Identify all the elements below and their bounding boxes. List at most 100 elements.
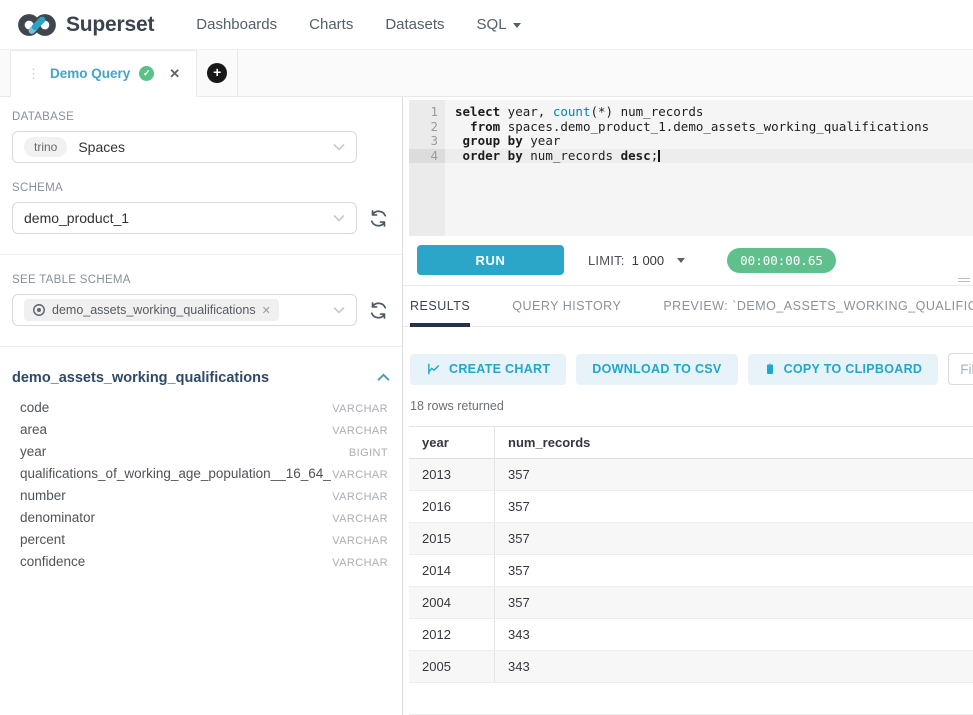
check-circle-icon: ✓	[139, 66, 154, 81]
table-row: 2005343	[409, 651, 973, 683]
copy-to-clipboard-button[interactable]: COPY TO CLIPBOARD	[748, 354, 939, 385]
database-label: DATABASE	[12, 111, 390, 123]
close-icon[interactable]: ✕	[169, 66, 180, 82]
editor-toolbar: RUN LIMIT: 1 000 00:00:00.65	[403, 236, 973, 287]
results-tab-preview[interactable]: PREVIEW: `DEMO_ASSETS_WORKING_QUALIFICAT…	[663, 286, 973, 326]
table-row: 2004357	[409, 587, 973, 619]
line-number: 4	[409, 149, 445, 164]
nav-item-charts[interactable]: Charts	[293, 16, 369, 33]
selected-table-name: demo_assets_working_qualifications	[52, 303, 256, 317]
chevron-down-icon	[333, 143, 345, 151]
database-select[interactable]: trino Spaces	[12, 131, 357, 163]
sql-token: year,	[500, 104, 553, 119]
tab-demo-query[interactable]: ⋮ Demo Query ✓ ✕	[10, 50, 197, 97]
limit-label: LIMIT:	[588, 253, 625, 268]
rows-returned-text: 18 rows returned	[410, 399, 973, 413]
main-nav: DashboardsChartsDatasetsSQL	[180, 16, 536, 33]
run-button[interactable]: RUN	[417, 245, 564, 275]
nav-item-dashboards[interactable]: Dashboards	[180, 16, 293, 33]
column-header-year[interactable]: year	[409, 427, 495, 458]
code-line: order by num_records desc;	[445, 149, 973, 164]
refresh-schema-icon[interactable]	[369, 209, 388, 228]
code-line: select year, count(*) num_records	[445, 105, 973, 120]
column-name: code	[20, 400, 49, 415]
editor-code-area[interactable]: select year, count(*) num_records from s…	[445, 100, 973, 236]
column-type: VARCHAR	[332, 403, 388, 415]
action-button-label: COPY TO CLIPBOARD	[784, 362, 923, 376]
results-tab-query-history[interactable]: QUERY HISTORY	[512, 286, 621, 326]
chevron-down-icon	[333, 214, 345, 222]
line-number: 3	[409, 134, 445, 149]
results-table: yearnum_records2013357201635720153572014…	[409, 426, 973, 715]
line-number: 1	[409, 105, 445, 120]
superset-logo[interactable]: Superset	[16, 11, 154, 39]
editor-gutter: 1234	[409, 100, 445, 236]
plus-icon[interactable]: +	[207, 63, 227, 83]
editor-resize-handle[interactable]	[958, 276, 970, 284]
sql-token: ;	[651, 148, 659, 163]
chevron-up-icon[interactable]	[377, 369, 390, 387]
nav-item-sql[interactable]: SQL	[461, 16, 537, 33]
table-row	[409, 683, 973, 715]
column-type: BIGINT	[349, 447, 388, 459]
top-navbar: Superset DashboardsChartsDatasetsSQL	[0, 0, 973, 50]
elapsed-time-badge: 00:00:00.65	[727, 248, 836, 273]
sql-token: group by	[463, 133, 523, 148]
chevron-down-icon	[333, 306, 345, 314]
code-line: group by year	[445, 134, 973, 149]
add-tab-zone: +	[197, 50, 238, 96]
tab-label: Demo Query	[50, 66, 130, 81]
column-row: code VARCHAR	[12, 396, 390, 418]
sql-token: year	[523, 133, 561, 148]
sql-token: (*) num_records	[590, 104, 703, 119]
table-cell: 357	[495, 467, 530, 482]
sql-token: desc	[621, 148, 651, 163]
table-header-row: yearnum_records	[409, 427, 973, 459]
table-cell: 357	[495, 499, 530, 514]
column-header-num_records[interactable]: num_records	[495, 435, 590, 450]
nav-item-datasets[interactable]: Datasets	[369, 16, 460, 33]
column-name: denominator	[20, 510, 95, 525]
column-name: number	[20, 488, 66, 503]
sql-token	[455, 119, 470, 134]
table-row: 2013357	[409, 459, 973, 491]
results-tab-results[interactable]: RESULTS	[410, 286, 470, 326]
drag-handle-icon[interactable]: ⋮	[27, 69, 41, 79]
column-type: VARCHAR	[332, 425, 388, 437]
table-cell: 2016	[409, 491, 495, 522]
column-name: percent	[20, 532, 65, 547]
table-schema-title[interactable]: demo_assets_working_qualifications	[12, 370, 269, 386]
table-cell: 357	[495, 563, 530, 578]
sql-token: count	[553, 104, 591, 119]
sql-code-editor[interactable]: 1234 select year, count(*) num_records f…	[409, 100, 973, 236]
column-row: year BIGINT	[12, 440, 390, 462]
limit-dropdown[interactable]: LIMIT: 1 000	[588, 253, 685, 268]
results-actions-row: CREATE CHART DOWNLOAD TO CSV COPY TO CLIPB…	[410, 353, 973, 385]
column-row: area VARCHAR	[12, 418, 390, 440]
column-type: VARCHAR	[332, 513, 388, 525]
sql-token: select	[455, 104, 500, 119]
remove-table-icon[interactable]: ✕	[262, 304, 271, 317]
schema-select[interactable]: demo_product_1	[12, 202, 357, 234]
column-name: year	[20, 444, 46, 459]
action-button-label: DOWNLOAD TO CSV	[592, 362, 721, 376]
table-cell: 2013	[409, 459, 495, 490]
table-cell: 2014	[409, 555, 495, 586]
column-row: qualifications_of_working_age_population…	[12, 462, 390, 484]
eye-icon	[32, 303, 46, 317]
database-value: Spaces	[78, 139, 125, 155]
brand-name: Superset	[66, 13, 154, 37]
sql-token: num_records	[523, 148, 621, 163]
filter-results-input[interactable]	[948, 353, 973, 385]
refresh-tables-icon[interactable]	[369, 301, 388, 320]
column-type: VARCHAR	[332, 557, 388, 569]
table-select[interactable]: demo_assets_working_qualifications ✕	[12, 294, 357, 326]
schema-value: demo_product_1	[24, 210, 129, 226]
download-to-csv-button[interactable]: DOWNLOAD TO CSV	[576, 354, 737, 385]
column-name: area	[20, 422, 47, 437]
column-type: VARCHAR	[332, 491, 388, 503]
create-chart-button[interactable]: CREATE CHART	[410, 354, 566, 385]
selected-table-pill[interactable]: demo_assets_working_qualifications ✕	[24, 299, 279, 321]
line-number: 2	[409, 120, 445, 135]
divider	[0, 254, 402, 255]
